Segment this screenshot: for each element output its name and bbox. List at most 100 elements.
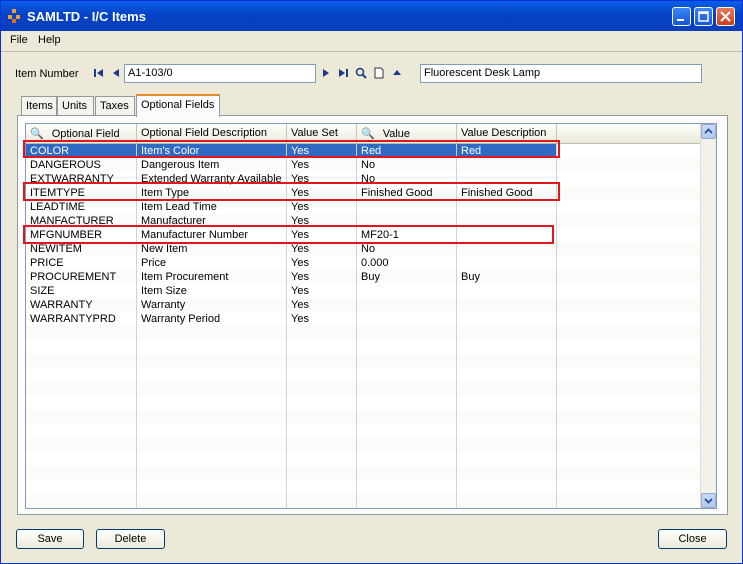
table-cell[interactable]: Yes: [287, 200, 357, 214]
empty-table-row[interactable]: [26, 396, 702, 410]
table-cell[interactable]: [457, 256, 557, 270]
table-cell[interactable]: [287, 452, 357, 466]
table-cell[interactable]: Price: [137, 256, 287, 270]
table-cell[interactable]: Yes: [287, 242, 357, 256]
table-cell[interactable]: [557, 256, 702, 270]
table-cell[interactable]: [137, 494, 287, 508]
table-row[interactable]: PROCUREMENT Item Procurement Yes Buy Buy: [26, 270, 702, 284]
table-cell[interactable]: [557, 284, 702, 298]
table-cell[interactable]: [26, 368, 137, 382]
col-value-set[interactable]: Value Set: [287, 124, 357, 143]
table-cell[interactable]: [557, 480, 702, 494]
table-cell[interactable]: [557, 270, 702, 284]
table-cell[interactable]: [457, 228, 557, 242]
table-cell[interactable]: MFGNUMBER: [26, 228, 137, 242]
table-cell[interactable]: [557, 438, 702, 452]
empty-table-row[interactable]: [26, 326, 702, 340]
table-cell[interactable]: [557, 326, 702, 340]
table-cell[interactable]: [557, 228, 702, 242]
table-cell[interactable]: New Item: [137, 242, 287, 256]
table-cell[interactable]: [287, 480, 357, 494]
maximize-button[interactable]: [694, 7, 713, 26]
table-cell[interactable]: [557, 200, 702, 214]
table-cell[interactable]: [557, 340, 702, 354]
table-cell[interactable]: [457, 438, 557, 452]
table-cell[interactable]: 0.000: [357, 256, 457, 270]
table-cell[interactable]: No: [357, 158, 457, 172]
table-cell[interactable]: [457, 242, 557, 256]
table-cell[interactable]: [357, 312, 457, 326]
table-cell[interactable]: [287, 466, 357, 480]
table-cell[interactable]: [287, 340, 357, 354]
table-cell[interactable]: [137, 340, 287, 354]
table-cell[interactable]: [457, 284, 557, 298]
table-cell[interactable]: NEWITEM: [26, 242, 137, 256]
table-cell[interactable]: [557, 368, 702, 382]
table-cell[interactable]: WARRANTY: [26, 298, 137, 312]
table-cell[interactable]: ITEMTYPE: [26, 186, 137, 200]
table-cell[interactable]: Red: [357, 144, 457, 158]
table-cell[interactable]: [26, 480, 137, 494]
item-number-field[interactable]: A1-103/0: [124, 64, 316, 83]
table-cell[interactable]: [26, 466, 137, 480]
table-cell[interactable]: Yes: [287, 284, 357, 298]
table-cell[interactable]: [26, 396, 137, 410]
table-row[interactable]: EXTWARRANTY Extended Warranty Available Ye…: [26, 172, 702, 186]
table-cell[interactable]: [557, 186, 702, 200]
table-cell[interactable]: PRICE: [26, 256, 137, 270]
table-cell[interactable]: Manufacturer Number: [137, 228, 287, 242]
table-cell[interactable]: [26, 382, 137, 396]
table-cell[interactable]: Item's Color: [137, 144, 287, 158]
tab-optional-fields[interactable]: Optional Fields: [136, 94, 220, 117]
empty-table-row[interactable]: [26, 410, 702, 424]
table-cell[interactable]: [26, 424, 137, 438]
table-cell[interactable]: [457, 354, 557, 368]
table-cell[interactable]: [357, 424, 457, 438]
table-cell[interactable]: [357, 298, 457, 312]
table-cell[interactable]: [557, 396, 702, 410]
table-cell[interactable]: Yes: [287, 312, 357, 326]
table-cell[interactable]: [137, 326, 287, 340]
table-cell[interactable]: [457, 424, 557, 438]
table-cell[interactable]: [357, 284, 457, 298]
table-cell[interactable]: [457, 396, 557, 410]
table-cell[interactable]: LEADTIME: [26, 200, 137, 214]
scroll-up-button[interactable]: [701, 124, 716, 139]
table-cell[interactable]: [557, 354, 702, 368]
table-cell[interactable]: [557, 382, 702, 396]
table-row[interactable]: WARRANTYPRD Warranty Period Yes: [26, 312, 702, 326]
table-cell[interactable]: [557, 466, 702, 480]
optional-fields-grid[interactable]: 🔍 Optional Field Optional Field Descripti…: [25, 123, 717, 509]
close-button[interactable]: Close: [658, 529, 727, 549]
table-cell[interactable]: Finished Good: [357, 186, 457, 200]
table-cell[interactable]: [457, 382, 557, 396]
search-icon[interactable]: [355, 67, 367, 79]
table-cell[interactable]: [137, 480, 287, 494]
table-cell[interactable]: [287, 354, 357, 368]
table-cell[interactable]: [287, 382, 357, 396]
table-cell[interactable]: [287, 396, 357, 410]
delete-button[interactable]: Delete: [96, 529, 165, 549]
table-cell[interactable]: [137, 410, 287, 424]
table-cell[interactable]: [457, 298, 557, 312]
table-cell[interactable]: Warranty Period: [137, 312, 287, 326]
table-cell[interactable]: [137, 438, 287, 452]
table-row[interactable]: MFGNUMBER Manufacturer Number Yes MF20-1: [26, 228, 702, 242]
col-value[interactable]: 🔍 Value: [357, 124, 457, 143]
empty-table-row[interactable]: [26, 466, 702, 480]
table-cell[interactable]: Buy: [357, 270, 457, 284]
table-cell[interactable]: [26, 340, 137, 354]
previous-record-icon[interactable]: [110, 67, 122, 79]
table-cell[interactable]: [357, 466, 457, 480]
table-cell[interactable]: EXTWARRANTY: [26, 172, 137, 186]
table-cell[interactable]: Finished Good: [457, 186, 557, 200]
table-cell[interactable]: [137, 354, 287, 368]
vertical-scrollbar[interactable]: [700, 124, 716, 508]
table-row[interactable]: NEWITEM New Item Yes No: [26, 242, 702, 256]
table-cell[interactable]: [26, 410, 137, 424]
new-document-icon[interactable]: [373, 67, 385, 79]
table-cell[interactable]: [557, 214, 702, 228]
table-cell[interactable]: Yes: [287, 228, 357, 242]
table-cell[interactable]: [26, 354, 137, 368]
table-row[interactable]: WARRANTY Warranty Yes: [26, 298, 702, 312]
